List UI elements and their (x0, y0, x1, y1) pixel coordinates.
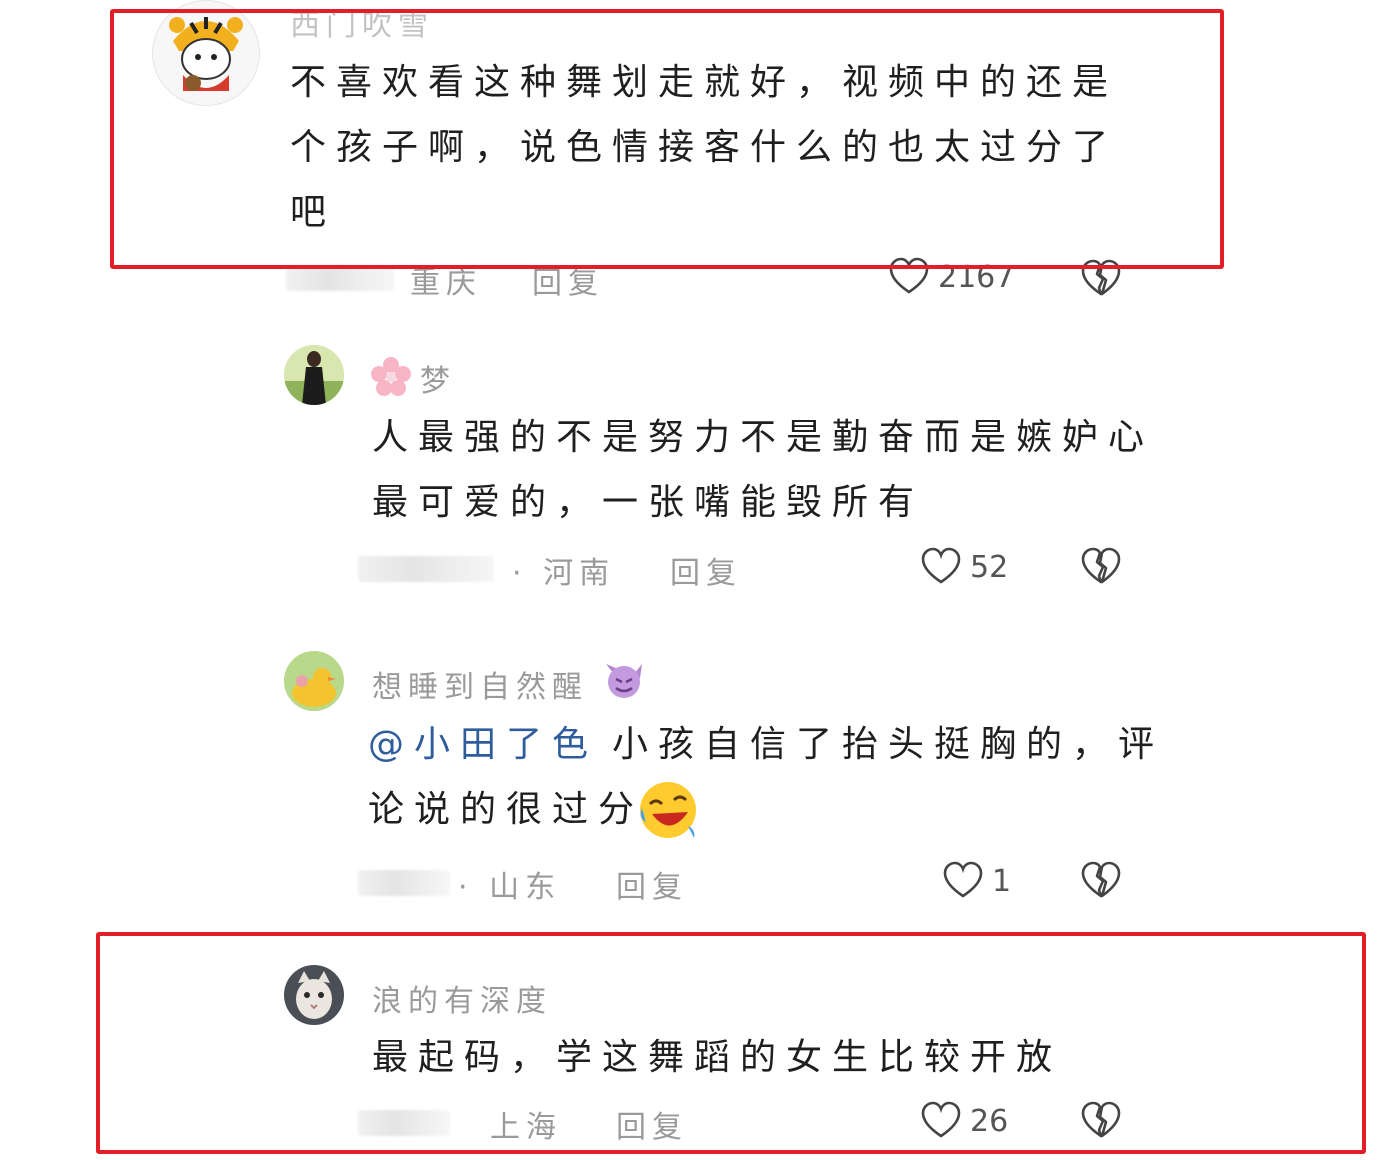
broken-heart-icon (1081, 259, 1121, 296)
comment-line: 不喜欢看这种舞划走就好，视频中的还是 (290, 62, 1119, 103)
comment-text: 人最强的不是努力不是勤奋而是嫉妒心 最可爱的，一张嘴能毁所有 (372, 405, 1154, 535)
heart-icon (921, 1101, 961, 1138)
reply-button[interactable]: 回复 (616, 1102, 688, 1146)
rolling-laughing-emoji-icon (640, 781, 697, 838)
comment-line: 最可爱的，一张嘴能毁所有 (372, 482, 925, 523)
user-avatar[interactable] (284, 651, 344, 711)
user-avatar[interactable] (284, 345, 344, 405)
comment-line: 最起码，学这舞蹈的女生比较开放 (372, 1037, 1063, 1078)
duck-photo-avatar-icon (284, 651, 344, 711)
like-button[interactable]: 52 (920, 546, 1008, 588)
dislike-button[interactable] (1080, 546, 1122, 592)
username[interactable]: 想睡到自然醒 (372, 662, 588, 706)
username[interactable]: 浪的有深度 (372, 976, 552, 1020)
broken-heart-icon (1081, 1101, 1121, 1138)
comment-line-text: 小孩自信了抬头挺胸的，评 (612, 724, 1165, 765)
blurred-timestamp (358, 556, 494, 582)
username[interactable]: 梦 (420, 356, 456, 400)
cat-photo-avatar-icon (284, 965, 344, 1025)
user-mention-link[interactable]: @小田了色 (368, 724, 598, 765)
like-count: 2167 (938, 259, 1015, 295)
dislike-button[interactable] (1080, 860, 1122, 906)
like-count: 26 (970, 1103, 1009, 1139)
heart-icon (921, 547, 961, 584)
comment-line: 个孩子啊，说色情接客什么的也太过分了 (290, 127, 1119, 168)
comment-text: 最起码，学这舞蹈的女生比较开放 (372, 1025, 1062, 1090)
cherry-blossom-icon (370, 356, 412, 398)
blurred-timestamp (358, 1110, 450, 1136)
user-avatar[interactable] (284, 965, 344, 1025)
purple-devil-emoji-icon (602, 660, 646, 700)
like-button[interactable]: 1 (942, 860, 1011, 902)
dislike-button[interactable] (1080, 258, 1122, 304)
like-button[interactable]: 2167 (888, 256, 1014, 298)
reply-button[interactable]: 回复 (670, 548, 742, 592)
like-count: 52 (970, 549, 1009, 585)
comment-text: @小田了色 小孩自信了抬头挺胸的，评 论说的很过分 (368, 712, 1164, 842)
heart-icon (889, 257, 929, 294)
heart-icon (943, 861, 983, 898)
comment-line: @小田了色 小孩自信了抬头挺胸的，评 (368, 712, 1164, 777)
username[interactable]: 西门吹雪 (290, 0, 434, 44)
comment-line: 吧 (290, 192, 337, 233)
comment-line: 论说的很过分 (368, 777, 1164, 842)
like-button[interactable]: 26 (920, 1100, 1008, 1142)
comment-location: 重庆 (410, 266, 482, 301)
dislike-button[interactable] (1080, 1100, 1122, 1146)
broken-heart-icon (1081, 861, 1121, 898)
like-count: 1 (992, 863, 1012, 899)
blurred-timestamp (358, 870, 450, 896)
comment-line: 人最强的不是努力不是勤奋而是嫉妒心 (372, 417, 1155, 458)
reply-button[interactable]: 回复 (616, 862, 688, 906)
reply-button[interactable]: 回复 (532, 258, 604, 302)
user-avatar[interactable] (152, 0, 260, 106)
tiger-girl-avatar-icon (154, 1, 258, 105)
blurred-timestamp (286, 265, 394, 291)
woman-photo-avatar-icon (284, 345, 344, 405)
comment-location: 上海 (490, 1110, 562, 1145)
comment-location: · 山东 (458, 870, 562, 905)
comment-location: · 河南 (512, 556, 616, 591)
comment-text: 不喜欢看这种舞划走就好，视频中的还是 个孩子啊，说色情接客什么的也太过分了 吧 (290, 50, 1118, 245)
comment-line-text: 论说的很过分 (368, 789, 645, 830)
broken-heart-icon (1081, 547, 1121, 584)
